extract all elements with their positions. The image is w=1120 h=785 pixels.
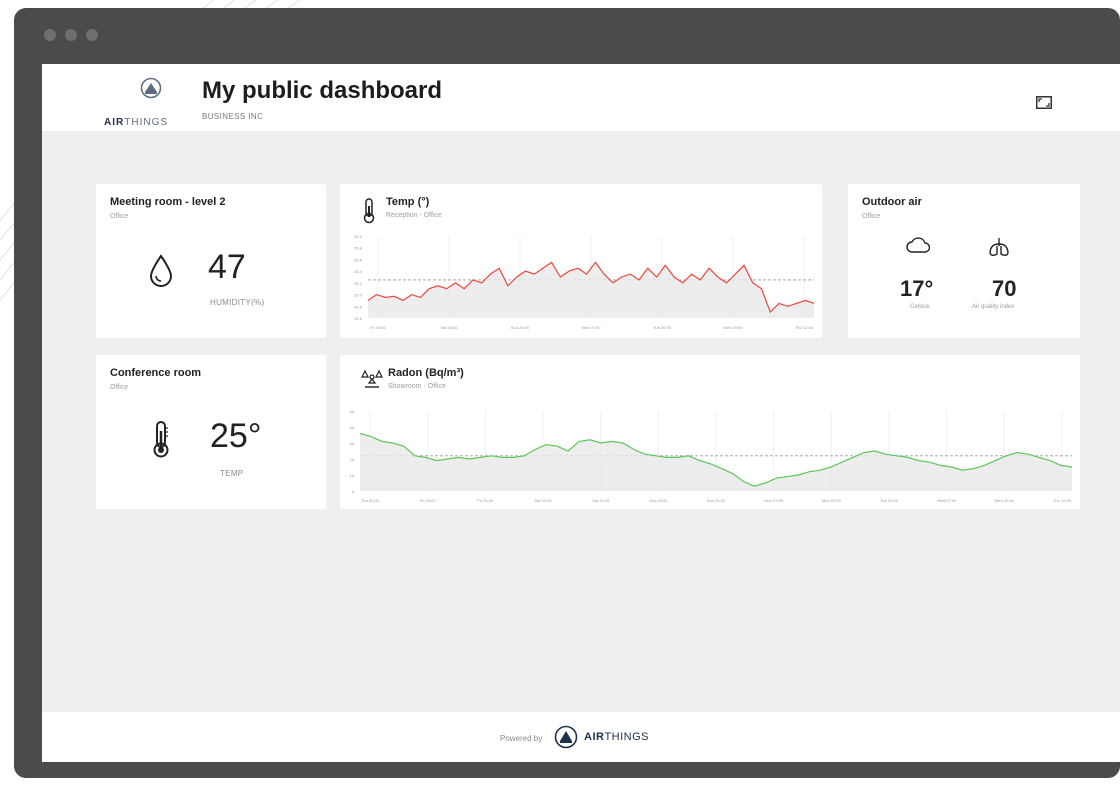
x-tick-label: Tue 20:00 [880,498,899,503]
y-tick-label: 25.0 [354,293,363,298]
outdoor-air-tile[interactable]: Outdoor air Office 17° Celsius 70 Air qu… [848,184,1080,338]
x-tick-label: Sun 05:00 [649,498,668,503]
airthings-wordmark: AIRTHINGS [104,117,169,128]
humidity-value: 47 [208,248,246,286]
airthings-logo-icon [140,77,162,99]
y-tick-label: 25.4 [354,269,363,274]
humidity-drop-icon [149,254,173,287]
x-tick-label: Wed 07:00 [937,498,957,503]
tile-subtitle: Office [862,213,881,220]
y-tick-label: 24.8 [354,304,363,309]
x-tick-label: Mon 07:00 [582,325,602,330]
page-title: My public dashboard [202,77,443,104]
x-tick-label: Thu 12:00 [795,325,814,330]
x-tick-label: Mon 07:00 [822,498,842,503]
cloud-icon [906,237,930,253]
minimize-dot[interactable] [65,29,77,41]
tile-subtitle: Office [110,213,129,220]
close-dot[interactable] [44,29,56,41]
meeting-room-tile[interactable]: Meeting room - level 2 Office 47 HUMIDIT… [96,184,326,338]
y-tick-label: 0 [352,489,355,494]
x-tick-label: Tue 20:00 [653,325,672,330]
x-tick-label: Mon 07:00 [764,498,784,503]
x-tick-label: Sat 00:00 [534,498,552,503]
y-tick-label: 30 [350,441,355,446]
aqi-label: Air quality index [972,304,1015,310]
x-tick-label: Thu 12:00 [1053,498,1072,503]
y-tick-label: 25.8 [354,246,363,251]
tile-title: Meeting room - level 2 [110,196,226,208]
outdoor-temp-value: 17° [900,276,934,301]
x-tick-label: Fri 20:00 [420,498,437,503]
humidity-unit: HUMIDITY(%) [210,298,265,307]
y-tick-label: 50 [350,409,355,414]
dashboard-header: AIRTHINGS My public dashboard BUSINESS I… [42,64,1120,131]
maximize-dot[interactable] [86,29,98,41]
conference-room-tile[interactable]: Conference room Office 25° TEMP [96,355,326,509]
dashboard-screen: AIRTHINGS My public dashboard BUSINESS I… [42,64,1120,762]
y-tick-label: 25.2 [354,281,363,286]
tile-title: Conference room [110,367,202,379]
airthings-wordmark[interactable]: AIRTHINGS [584,731,649,743]
temp-chart-tile[interactable]: Temp (°) Reception - Office 26.0 25.8 25.6… [340,184,822,338]
x-tick-label: Sat 20:00 [440,325,458,330]
company-name: BUSINESS INC [202,112,264,121]
x-tick-label: Thu 20:00 [361,498,380,503]
airthings-logo-icon [554,725,578,749]
temp-unit: TEMP [220,469,244,478]
tile-subtitle: Office [110,384,129,391]
x-tick-label: Wed 20:00 [995,498,1015,503]
x-tick-label: Fri 20:00 [370,325,387,330]
y-tick-label: 26.0 [354,234,363,239]
temp-value: 25° [210,417,262,455]
y-tick-label: 10 [350,473,355,478]
y-tick-label: 40 [350,425,355,430]
outdoor-temp-label: Celsius [910,304,930,310]
dashboard-footer: Powered by AIRTHINGS [42,712,1120,762]
window-controls [44,29,98,41]
y-tick-label: 25.6 [354,257,363,262]
y-tick-label: 24.6 [354,316,363,321]
fullscreen-icon[interactable] [1036,96,1052,109]
radon-chart: 50 40 30 20 10 0 Thu 20:00 Fri 20:00 Fri 20:00 Sa… [350,409,1073,503]
powered-by-label: Powered by [500,734,543,743]
x-tick-label: Fri 20:00 [477,498,494,503]
tile-title: Outdoor air [862,196,922,208]
browser-window: AIRTHINGS My public dashboard BUSINESS I… [14,8,1120,778]
lungs-icon [989,238,1009,257]
y-tick-label: 20 [350,457,355,462]
x-tick-label: Sun 20:00 [511,325,530,330]
x-tick-label: Sat 20:00 [592,498,610,503]
thermometer-icon [153,421,169,458]
aqi-value: 70 [992,276,1017,301]
temp-chart: 26.0 25.8 25.6 25.4 25.2 25.0 24.8 24.6 Fri 20:0… [354,234,815,330]
x-tick-label: Wed 19:00 [723,325,743,330]
radon-chart-tile[interactable]: Radon (Bq/m³) Showroom - Office 50 40 30 20… [340,355,1080,509]
x-tick-label: Sun 20:00 [707,498,726,503]
